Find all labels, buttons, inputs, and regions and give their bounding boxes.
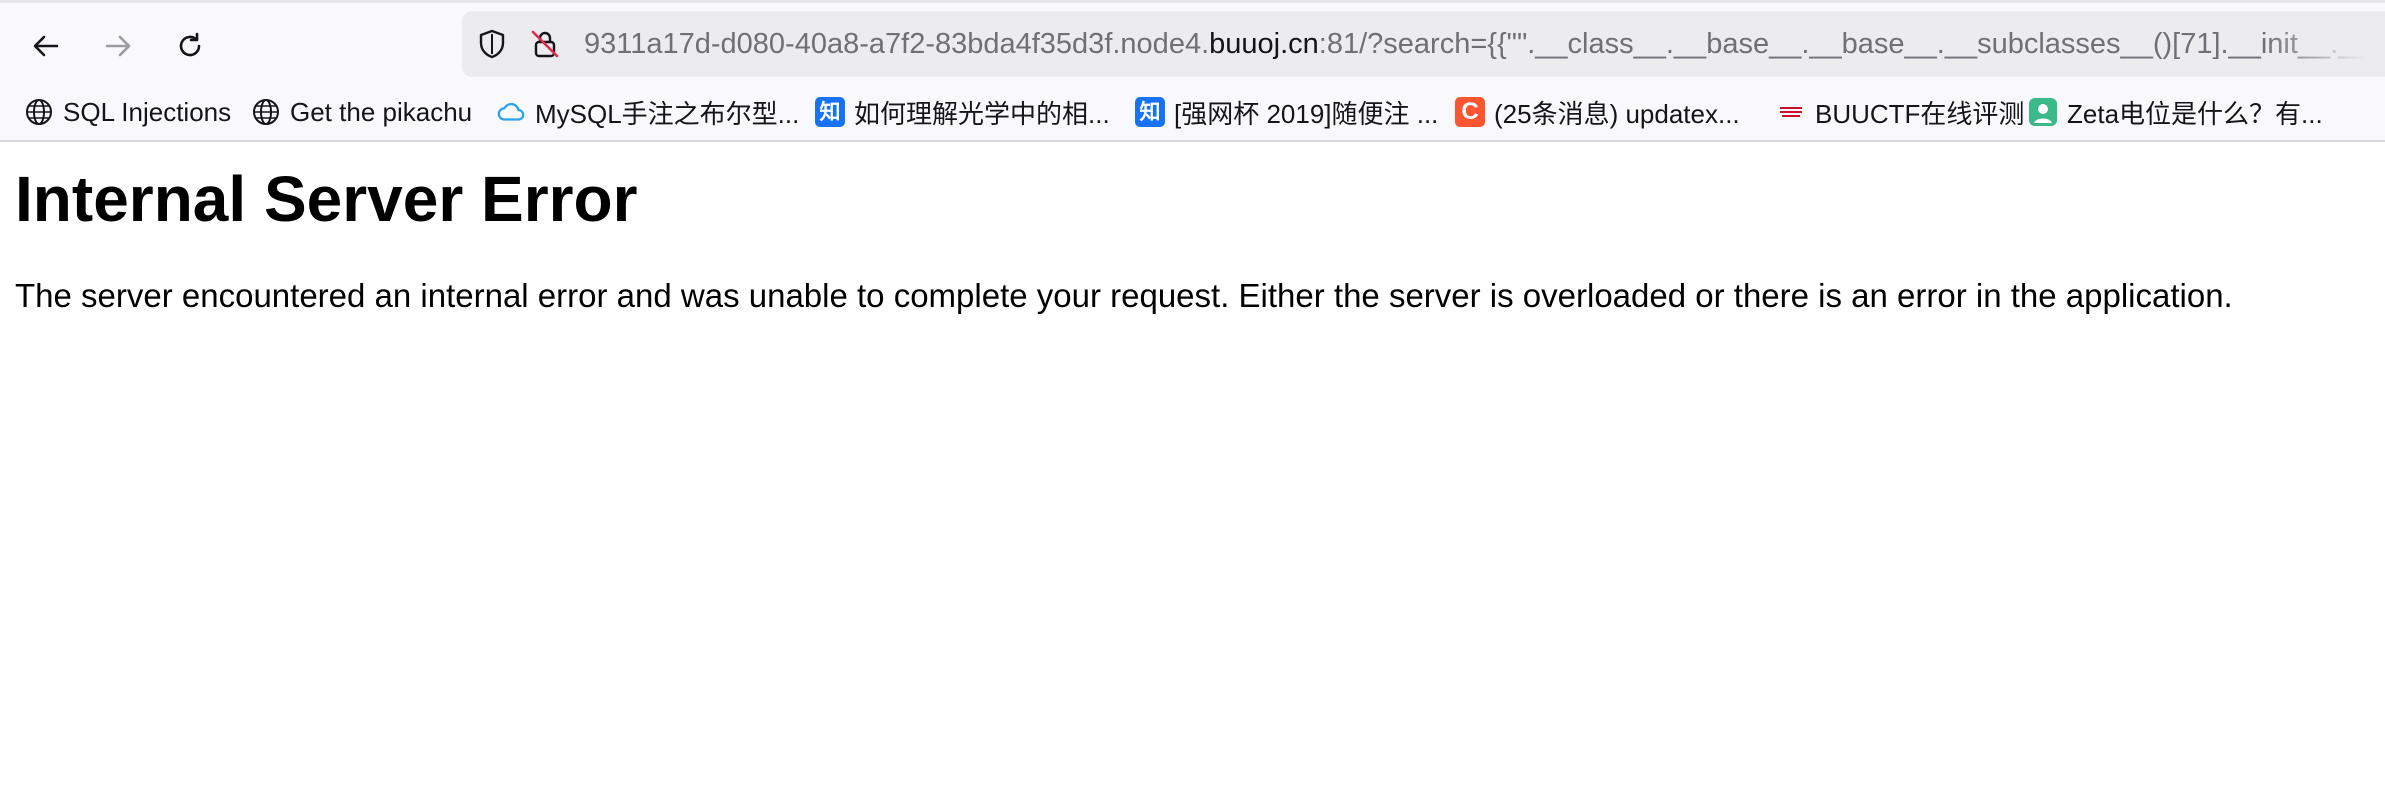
page-content: Internal Server Error The server encount… (15, 160, 2365, 316)
bookmark-optics-phase[interactable]: 知 如何理解光学中的相... (815, 92, 1110, 132)
bookmark-label: SQL Injections (63, 96, 232, 127)
bookmark-qwb-2019[interactable]: 知 [强网杯 2019]随便注 ... (1135, 92, 1438, 132)
insecure-lock-icon[interactable] (529, 28, 561, 60)
buuctf-icon (1776, 97, 1806, 127)
bookmark-label: (25条消息) updatex... (1494, 98, 1740, 129)
url-host: buuoj.cn (1209, 28, 1319, 60)
bookmarks-toolbar: SQL Injections Get the pikachu MySQL手注之布… (0, 92, 2385, 132)
zhihu-icon-glyph: 知 (1135, 97, 1165, 127)
bookmark-label: BUUCTF在线评测 (1815, 98, 2025, 129)
bookmark-updatexml[interactable]: C (25条消息) updatex... (1455, 92, 1740, 132)
bookmark-sql-injections[interactable]: SQL Injections (24, 92, 231, 132)
page-title: Internal Server Error (15, 163, 638, 235)
tab-strip-edge (0, 0, 2385, 3)
browser-chrome: 9311a17d-d080-40a8-a7f2-83bda4f35d3f.nod… (0, 0, 2385, 142)
reload-button[interactable] (166, 22, 214, 70)
bookmark-get-the-pikachu[interactable]: Get the pikachu (251, 92, 472, 132)
url-text[interactable]: 9311a17d-d080-40a8-a7f2-83bda4f35d3f.nod… (584, 11, 2385, 77)
globe-icon (251, 97, 281, 127)
url-fade (2265, 11, 2385, 77)
address-bar[interactable]: 9311a17d-d080-40a8-a7f2-83bda4f35d3f.nod… (462, 11, 2385, 77)
url-suffix: :81/?search={{"".__class__.__base__.__ba… (1318, 28, 2385, 60)
error-message: The server encountered an internal error… (15, 277, 2233, 314)
bookmark-label: Get the pikachu (290, 96, 473, 127)
forward-button[interactable] (94, 22, 142, 70)
bookmark-label: MySQL手注之布尔型... (535, 98, 800, 129)
arrow-left-icon (33, 35, 59, 57)
shield-icon[interactable] (476, 28, 508, 60)
arrow-right-icon (105, 35, 131, 57)
csdn-icon-glyph: C (1455, 97, 1485, 127)
zhihu-icon: 知 (815, 97, 845, 127)
bookmark-label: 如何理解光学中的相... (854, 98, 1110, 129)
url-prefix: 9311a17d-d080-40a8-a7f2-83bda4f35d3f.nod… (584, 28, 1210, 60)
bookmark-zeta-potential[interactable]: Zeta电位是什么？有... (2028, 92, 2323, 132)
bookmark-buuctf[interactable]: BUUCTF在线评测 (1776, 92, 2024, 132)
bookmark-mysql-boolean[interactable]: MySQL手注之布尔型... (496, 92, 799, 132)
csdn-icon: C (1455, 97, 1485, 127)
bookmark-label: Zeta电位是什么？有... (2067, 98, 2323, 129)
cloud-icon (496, 97, 526, 127)
zhihu-icon: 知 (1135, 97, 1165, 127)
reload-icon (179, 32, 201, 57)
person-icon (2028, 97, 2058, 127)
globe-icon (24, 97, 54, 127)
back-button[interactable] (22, 22, 70, 70)
bookmark-label: [强网杯 2019]随便注 ... (1174, 98, 1439, 129)
zhihu-icon-glyph: 知 (815, 97, 845, 127)
